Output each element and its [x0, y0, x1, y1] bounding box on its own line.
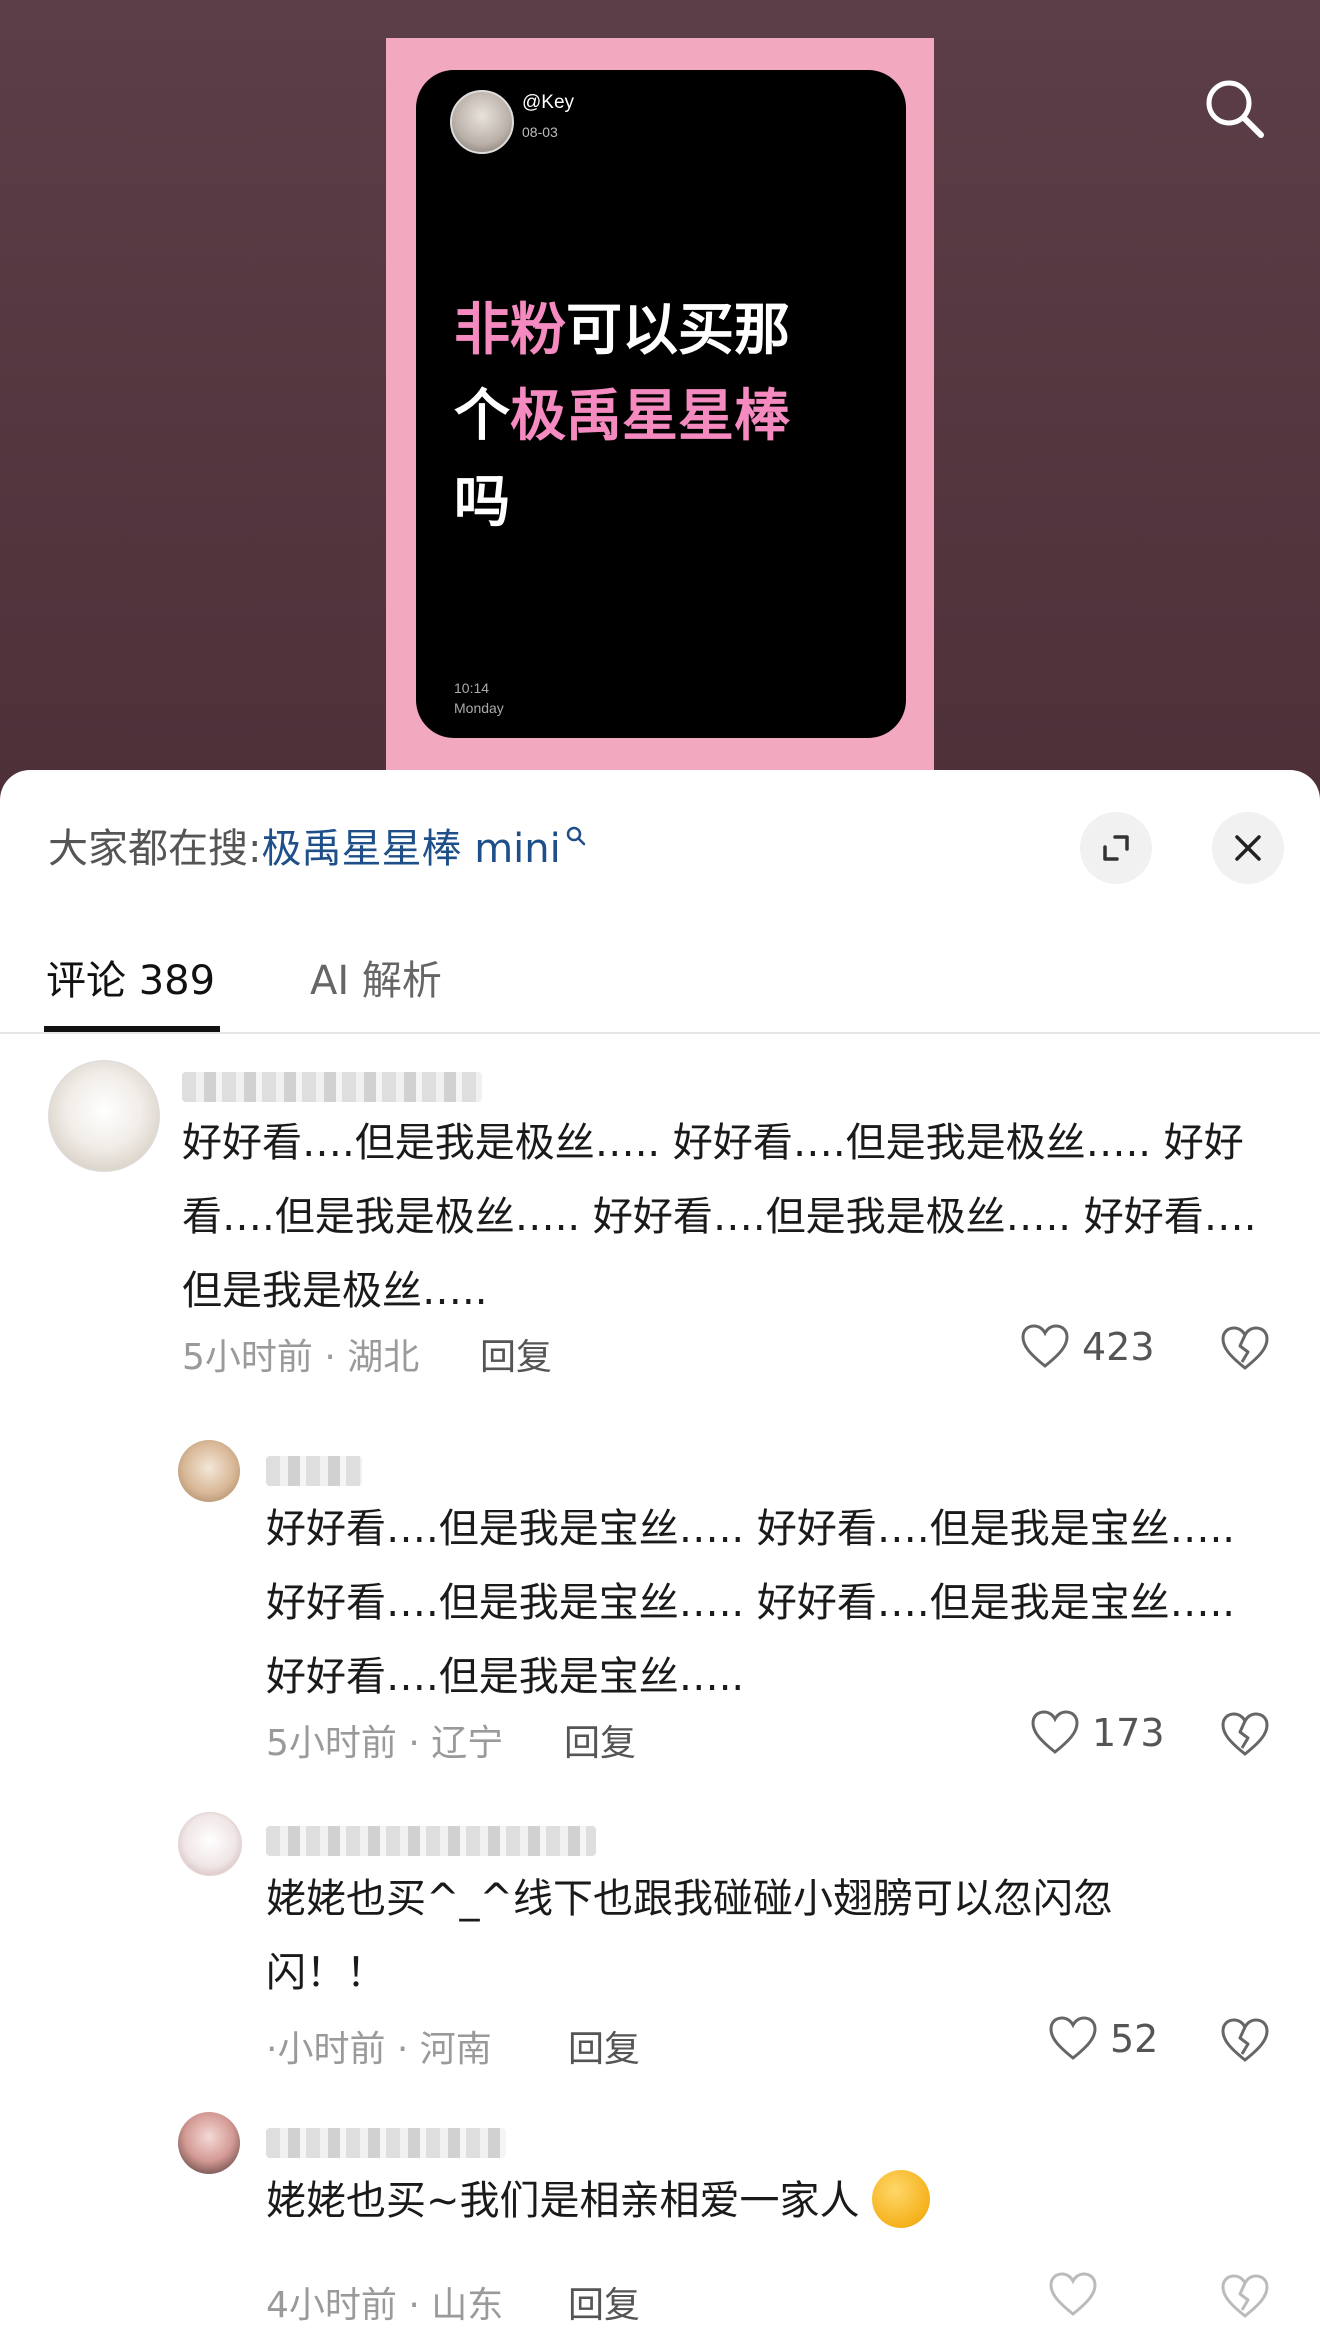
post-date: 08-03 — [522, 124, 558, 140]
post-clock-time: 10:14 — [454, 680, 490, 696]
comment-text: 姥姥也买~我们是相亲相爱一家人 — [266, 2164, 1266, 2238]
trending-search-bar: 大家都在搜: 极禹星星棒 mini — [48, 816, 587, 874]
dislike-button[interactable] — [1220, 2274, 1270, 2324]
commenter-name[interactable] — [266, 1456, 362, 1486]
reply-button[interactable]: 回复 — [480, 1328, 552, 1380]
comment-meta: 5小时前 · 湖北 — [182, 1337, 420, 1378]
post-author-avatar — [450, 90, 514, 154]
small-search-icon — [566, 826, 585, 846]
like-count: 173 — [1092, 1711, 1165, 1755]
video-area[interactable]: @Key 08-03 非粉可以买那 个极禹星星棒 吗 10:14 Monday — [0, 0, 1320, 800]
close-icon — [1235, 835, 1261, 861]
comment-meta: 4小时前 · 山东 — [266, 2285, 504, 2326]
broken-heart-icon — [1221, 2274, 1269, 2318]
reply-button[interactable]: 回复 — [568, 2020, 640, 2072]
heart-icon — [1049, 2272, 1097, 2316]
broken-heart-icon — [1221, 1326, 1269, 1370]
broken-heart-icon — [1221, 2018, 1269, 2062]
comment-text: 好好看….但是我是宝丝….. 好好看….但是我是宝丝….. 好好看….但是我是宝… — [266, 1506, 1236, 1700]
heart-icon — [1049, 2016, 1097, 2060]
dislike-button[interactable] — [1220, 1712, 1270, 1762]
trending-search-link[interactable]: 极禹星星棒 mini — [261, 816, 560, 874]
comment-sheet: 大家都在搜: 极禹星星棒 mini 评论 389 AI 解析 好好看….但是我是… — [0, 770, 1320, 2337]
commenter-avatar[interactable] — [178, 2112, 240, 2174]
search-button[interactable] — [1198, 72, 1270, 144]
like-button[interactable]: 52 — [1048, 2016, 1158, 2062]
comment-text-content: 姥姥也买~我们是相亲相爱一家人 — [266, 2178, 860, 2224]
broken-heart-icon — [1221, 1712, 1269, 1756]
tab-divider — [0, 1032, 1320, 1034]
post-text-segment: 可以买那 — [566, 298, 790, 363]
reply-button[interactable]: 回复 — [568, 2276, 640, 2328]
commenter-avatar[interactable] — [178, 1812, 242, 1876]
tab-ai-analysis[interactable]: AI 解析 — [310, 948, 442, 1006]
search-icon — [1206, 80, 1264, 138]
post-text-highlight: 极禹星星棒 — [510, 384, 790, 449]
dislike-button[interactable] — [1220, 2018, 1270, 2068]
commenter-name[interactable] — [266, 1826, 596, 1856]
comment-meta: ·小时前 · 河南 — [266, 2029, 492, 2070]
heart-icon — [1031, 1710, 1079, 1754]
like-count: 52 — [1110, 2017, 1159, 2061]
like-button[interactable]: 173 — [1030, 1710, 1165, 1756]
dislike-button[interactable] — [1220, 1326, 1270, 1376]
commenter-name[interactable] — [266, 2128, 506, 2158]
comment-text: 姥姥也买^_^线下也跟我碰碰小翅膀可以忽闪忽闪！！ — [266, 1876, 1114, 1996]
commenter-name[interactable] — [182, 1072, 482, 1102]
comment-text: 好好看….但是我是极丝….. 好好看….但是我是极丝….. 好好看….但是我是极… — [182, 1120, 1257, 1314]
commenter-avatar[interactable] — [48, 1060, 160, 1172]
like-button[interactable] — [1048, 2272, 1098, 2318]
expand-icon — [1103, 835, 1129, 861]
post-author-handle: @Key — [522, 92, 575, 113]
reply-button[interactable]: 回复 — [564, 1714, 636, 1766]
tab-comments[interactable]: 评论 389 — [46, 948, 215, 1006]
heart-icon — [1021, 1324, 1069, 1368]
like-count: 423 — [1082, 1325, 1155, 1369]
post-text-highlight: 非粉 — [454, 298, 566, 363]
expand-button[interactable] — [1080, 812, 1152, 884]
comment-meta: 5小时前 · 辽宁 — [266, 1723, 504, 1764]
commenter-avatar[interactable] — [178, 1440, 240, 1502]
close-button[interactable] — [1212, 812, 1284, 884]
like-button[interactable]: 423 — [1020, 1324, 1155, 1370]
post-text-segment: 个 — [454, 384, 510, 449]
kissing-face-emoji-icon — [872, 2170, 931, 2228]
post-text-segment: 吗 — [454, 470, 510, 535]
post-clock-day: Monday — [454, 700, 504, 716]
post-text: 非粉可以买那 个极禹星星棒 吗 — [454, 288, 854, 546]
trending-prefix: 大家都在搜: — [48, 826, 262, 872]
